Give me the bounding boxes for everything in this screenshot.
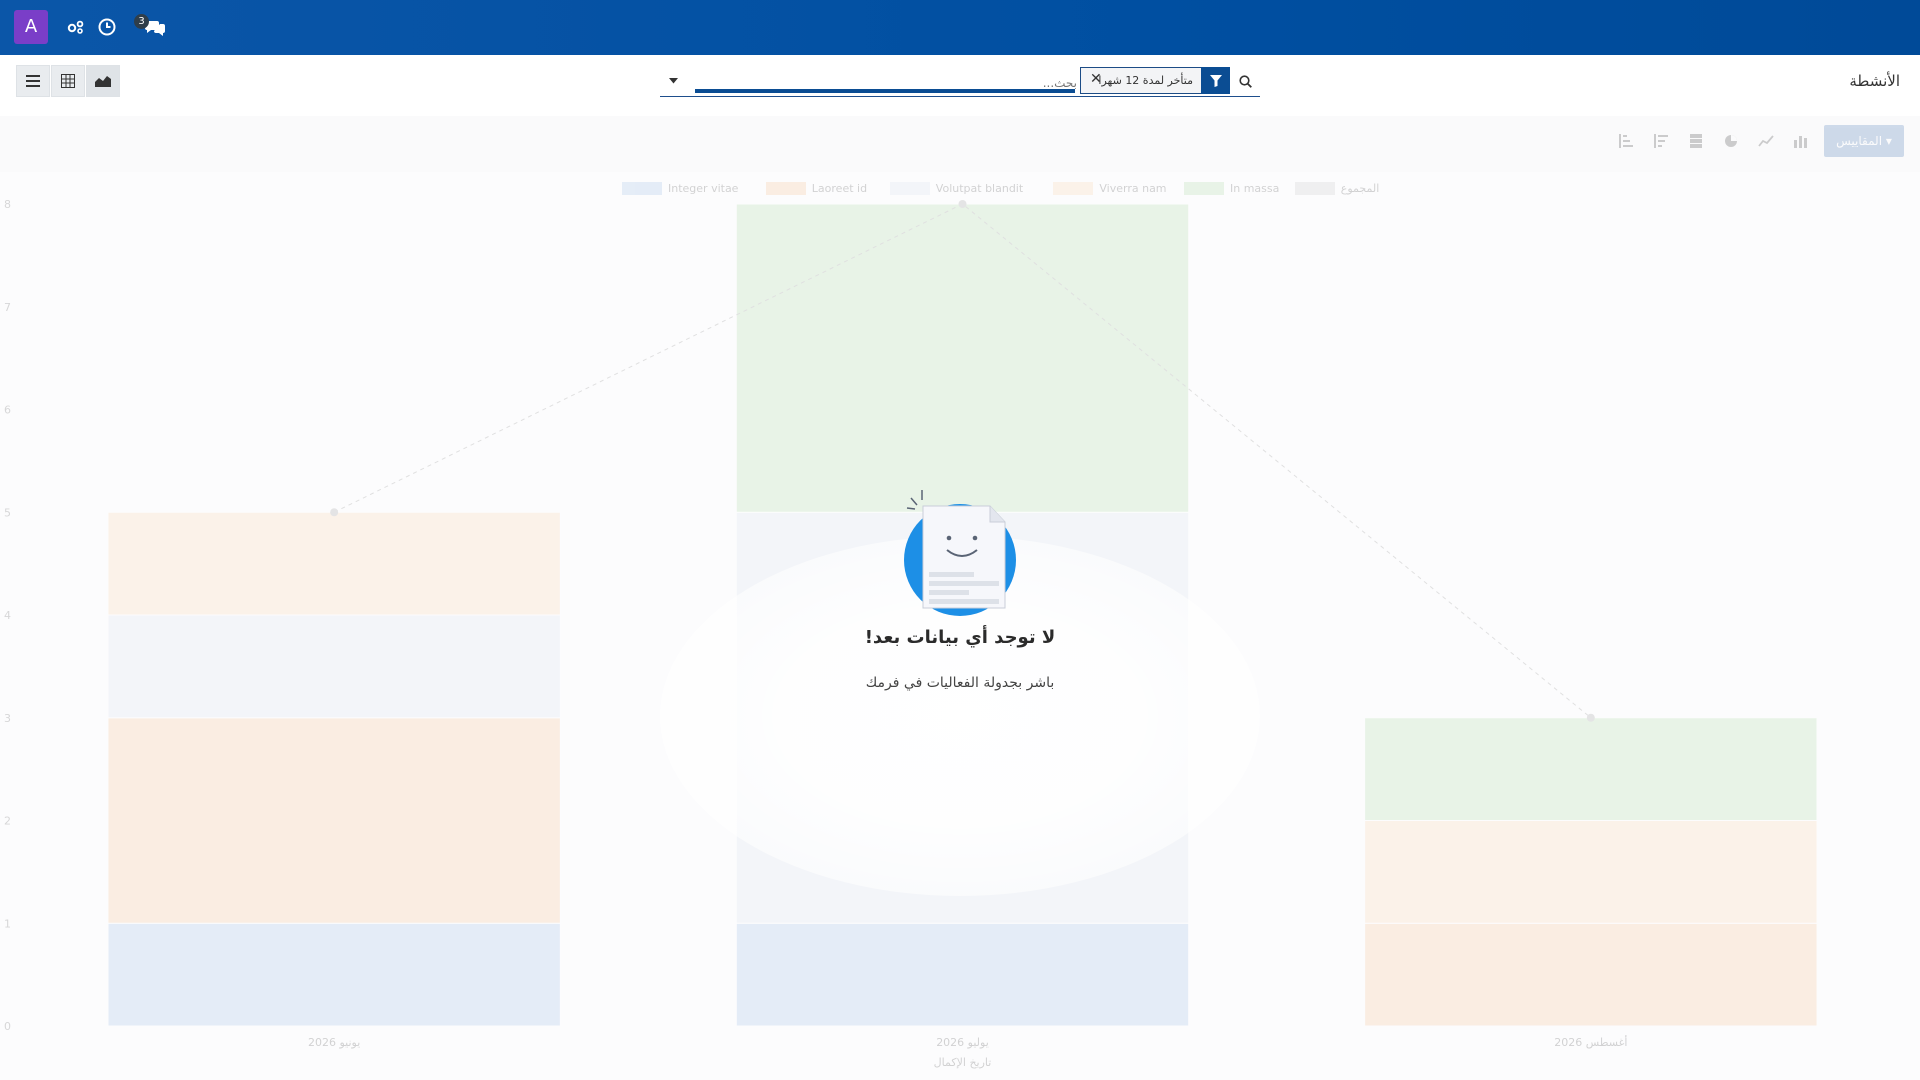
y-tick-label: 3 <box>4 712 11 725</box>
y-tick-label: 6 <box>4 404 11 417</box>
bar-segment[interactable] <box>735 203 1190 513</box>
y-tick-label: 5 <box>4 506 11 519</box>
y-tick-label: 2 <box>4 815 11 828</box>
filter-icon <box>1201 67 1230 94</box>
y-tick-label: 1 <box>4 917 11 930</box>
y-tick-label: 4 <box>4 609 11 622</box>
bar-segment[interactable] <box>1364 820 1818 924</box>
x-tick-label: يوليو 2026 <box>936 1036 989 1049</box>
company-avatar[interactable]: A <box>14 10 48 44</box>
sum-point[interactable] <box>330 508 339 517</box>
x-axis-label: تاريخ الإكمال <box>934 1056 992 1069</box>
y-tick-label: 7 <box>4 301 11 314</box>
breadcrumb: الأنشطة <box>1849 72 1900 90</box>
bar-segment[interactable] <box>107 717 561 924</box>
messages-count-badge: 3 <box>134 14 149 29</box>
bar-segment[interactable] <box>735 922 1190 1027</box>
graph-view-icon <box>95 76 111 87</box>
pivot-view-button[interactable] <box>51 65 85 97</box>
caret-down-icon <box>668 78 678 84</box>
x-tick-label: يونيو 2026 <box>308 1036 360 1049</box>
bar-segment[interactable] <box>107 614 561 719</box>
bar-segment[interactable] <box>107 511 561 616</box>
remove-filter-icon[interactable]: ✕ <box>1090 71 1102 87</box>
empty-state-title: لا توجد أي بيانات بعد! <box>864 627 1056 648</box>
bar-segment[interactable] <box>1364 717 1818 821</box>
pivot-view-icon <box>61 74 75 88</box>
search-button[interactable] <box>1232 68 1258 94</box>
x-tick-label: أغسطس 2026 <box>1554 1035 1627 1049</box>
bar-segment[interactable] <box>107 922 561 1027</box>
bar-segment[interactable] <box>1364 922 1818 1027</box>
control-panel: متأخر لمدة 12 شهرا ✕ الأنشطة <box>0 55 1920 116</box>
filter-facet: متأخر لمدة 12 شهرا ✕ <box>1080 67 1230 94</box>
empty-state-description: باشر بجدولة الفعاليات في فرمك <box>865 675 1055 691</box>
clock-icon[interactable] <box>95 15 119 39</box>
y-tick-label: 0 <box>4 1020 11 1033</box>
list-view-icon <box>26 75 40 87</box>
sum-point[interactable] <box>958 200 967 208</box>
sum-point[interactable] <box>1586 713 1595 722</box>
filter-label: متأخر لمدة 12 شهرا <box>1098 74 1193 87</box>
list-view-button[interactable] <box>16 65 50 97</box>
top-navbar: A 3 <box>0 0 1920 55</box>
search-options-toggle[interactable] <box>666 74 680 88</box>
search-icon <box>1238 74 1252 88</box>
search-input[interactable] <box>700 72 1079 94</box>
y-tick-label: 8 <box>4 198 11 211</box>
empty-state-illustration <box>860 480 1060 624</box>
graph-view-button[interactable] <box>86 65 120 97</box>
settings-users-icon[interactable] <box>64 15 88 39</box>
